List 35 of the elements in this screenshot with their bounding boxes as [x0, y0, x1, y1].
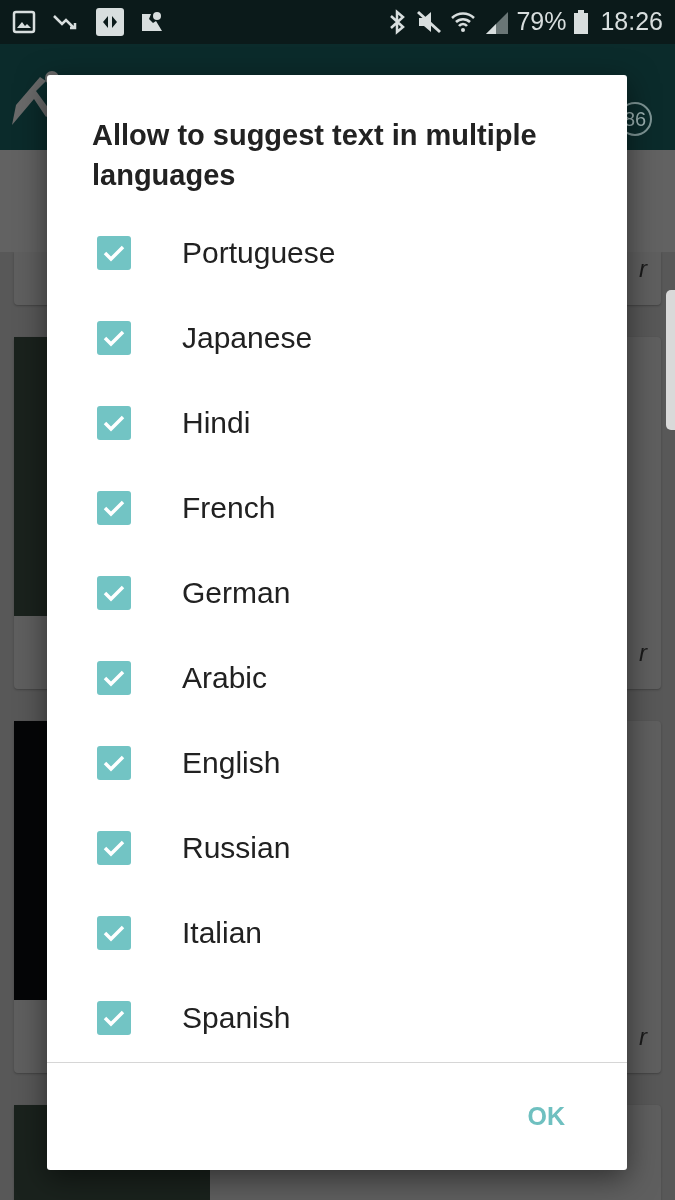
wifi-icon	[450, 9, 477, 35]
battery-icon	[574, 10, 589, 34]
language-label: French	[182, 490, 276, 526]
dialog-title: Allow to suggest text in multiple languages	[91, 118, 538, 193]
language-label: Italian	[182, 915, 263, 951]
language-label: Russian	[182, 830, 291, 866]
card-icon	[96, 8, 124, 36]
scroll-handle[interactable]	[666, 290, 675, 430]
checkbox[interactable]	[97, 1000, 131, 1035]
checkbox[interactable]	[97, 490, 131, 525]
language-label: Portuguese	[182, 235, 336, 271]
ok-button[interactable]: OK	[507, 1087, 585, 1146]
card-caption: r	[639, 254, 647, 284]
language-label: English	[182, 745, 281, 781]
battery-percent: 79%	[516, 6, 567, 38]
signal-icon	[484, 10, 509, 34]
map-icon	[140, 10, 164, 34]
checkbox[interactable]	[97, 320, 131, 355]
language-label: Hindi	[182, 405, 251, 441]
gallery-icon	[12, 10, 36, 34]
checkbox[interactable]	[97, 660, 131, 695]
checkbox[interactable]	[97, 745, 131, 780]
checkbox[interactable]	[97, 575, 131, 610]
mute-icon	[416, 10, 443, 34]
checkbox[interactable]	[97, 235, 131, 270]
checkbox[interactable]	[97, 915, 131, 950]
clock-time: 18:26	[600, 6, 663, 38]
checkbox[interactable]	[97, 830, 131, 865]
language-label: Japanese	[182, 320, 313, 356]
card-caption: r	[639, 638, 647, 668]
language-label: Spanish	[182, 1000, 291, 1036]
language-label: Arabic	[182, 660, 268, 696]
language-label: German	[182, 575, 291, 611]
card-caption: r	[639, 1022, 647, 1052]
checkbox[interactable]	[97, 405, 131, 440]
